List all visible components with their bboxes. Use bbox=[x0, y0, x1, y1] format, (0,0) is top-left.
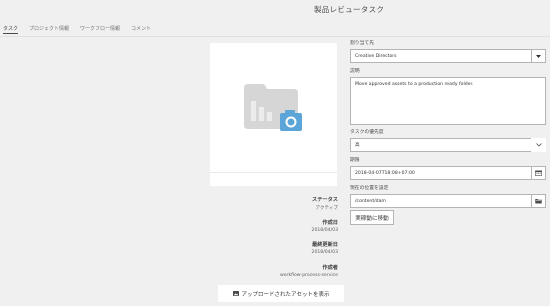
updated-value: 2018/04/03 bbox=[311, 250, 338, 255]
status-label: ステータス bbox=[312, 197, 338, 203]
tab-task[interactable]: タスク bbox=[3, 22, 19, 34]
calendar-icon bbox=[535, 170, 542, 176]
updated-block: 最終更新日 2018/04/03 bbox=[312, 241, 338, 255]
assignee-dropdown-button[interactable] bbox=[531, 49, 546, 63]
updated-label: 最終更新日 bbox=[312, 242, 338, 248]
created-block: 作成日 2018/04/03 bbox=[312, 219, 338, 233]
assignee-value: Creative Directors bbox=[355, 53, 397, 59]
tab-bar: タスク プロジェクト情報 ワークフロー情報 コメント bbox=[0, 22, 162, 34]
thumbnail-footer bbox=[210, 172, 337, 186]
priority-select[interactable]: 高 bbox=[350, 138, 546, 152]
location-input[interactable]: /content/dam bbox=[350, 194, 546, 208]
move-to-production-button[interactable]: 実稼動に移動 bbox=[350, 210, 394, 225]
tab-workflow-info[interactable]: ワークフロー情報 bbox=[80, 22, 120, 34]
description-label: 説明 bbox=[350, 69, 360, 74]
author-block: 作成者 workflow-process-service bbox=[280, 264, 338, 278]
assignee-label: 割り当て先 bbox=[350, 41, 374, 46]
status-value: アクティブ bbox=[315, 206, 338, 211]
top-bar: 製品レビュータスク bbox=[0, 0, 550, 18]
due-date-value: 2018-04-07T18:08+07:00 bbox=[355, 170, 415, 176]
folder-camera-placeholder-icon bbox=[244, 84, 302, 131]
image-icon bbox=[232, 291, 239, 296]
author-value: workflow-process-service bbox=[279, 273, 338, 278]
folder-picker-button[interactable] bbox=[531, 194, 546, 208]
priority-dropdown-button[interactable] bbox=[531, 138, 546, 152]
view-uploaded-assets-button[interactable]: アップロードされたアセットを表示 bbox=[218, 285, 344, 302]
location-value: /content/dam bbox=[355, 198, 386, 204]
calendar-button[interactable] bbox=[531, 166, 546, 180]
chevron-down-icon bbox=[535, 143, 542, 147]
tab-project-info[interactable]: プロジェクト情報 bbox=[29, 22, 69, 34]
assignee-select[interactable]: Creative Directors bbox=[350, 49, 546, 63]
status-block: ステータス アクティブ bbox=[312, 196, 338, 211]
priority-label: タスクの優先度 bbox=[350, 130, 384, 135]
location-label: 現在の位置を設定 bbox=[350, 186, 389, 191]
description-textarea[interactable]: Move approved assets to a production rea… bbox=[350, 77, 546, 125]
tab-comments[interactable]: コメント bbox=[131, 22, 151, 34]
created-value: 2018/04/03 bbox=[311, 228, 338, 233]
asset-thumbnail-card bbox=[210, 43, 337, 186]
view-uploaded-assets-label: アップロードされたアセットを表示 bbox=[241, 291, 330, 298]
due-date-label: 期限 bbox=[350, 158, 360, 163]
created-label: 作成日 bbox=[322, 220, 338, 226]
page-title: 製品レビュータスク bbox=[314, 5, 385, 14]
due-date-input[interactable]: 2018-04-07T18:08+07:00 bbox=[350, 166, 546, 180]
priority-value: 高 bbox=[355, 143, 360, 148]
folder-icon bbox=[535, 199, 542, 204]
tab-divider bbox=[0, 36, 550, 37]
chevron-down-icon bbox=[536, 54, 541, 58]
author-label: 作成者 bbox=[322, 265, 338, 271]
